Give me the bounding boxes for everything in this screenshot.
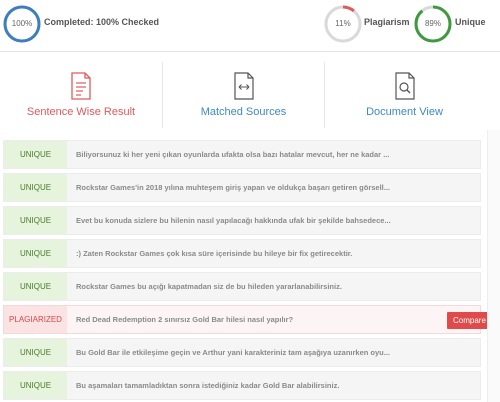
- sentence-row[interactable]: UNIQUE Bu aşamaları tamamladıktan sonra …: [3, 371, 481, 400]
- tab-document-label: Document View: [366, 106, 443, 118]
- plagiarism-progress-ring: 11%: [323, 4, 363, 44]
- sentence-row[interactable]: UNIQUE Rockstar Games bu açığı kapatmada…: [3, 272, 481, 301]
- sentence-row[interactable]: UNIQUE Bu Gold Bar ile etkileşime geçin …: [3, 338, 481, 367]
- document-search-icon: [393, 72, 417, 100]
- sentence-text: Red Dead Redemption 2 sınırsız Gold Bar …: [76, 315, 294, 324]
- sentence-row-plagiarized[interactable]: PLAGIARIZED Red Dead Redemption 2 sınırs…: [3, 305, 499, 334]
- sentence-text: Biliyorsunuz ki her yeni çıkan oyunlarda…: [76, 150, 390, 159]
- sentence-row[interactable]: UNIQUE Evet bu konuda sizlere bu hilenin…: [3, 206, 481, 235]
- tab-document-view[interactable]: Document View: [324, 62, 484, 128]
- sentence-row[interactable]: UNIQUE :) Zaten Rockstar Games çok kısa …: [3, 239, 481, 268]
- unique-badge: UNIQUE: [4, 372, 67, 399]
- tab-sentence-wise-result[interactable]: Sentence Wise Result: [0, 62, 162, 128]
- tab-matched-label: Matched Sources: [200, 106, 287, 118]
- unique-progress-ring: 89%: [413, 4, 453, 44]
- unique-badge: UNIQUE: [4, 273, 67, 300]
- compare-button[interactable]: Compare: [447, 312, 499, 329]
- unique-badge: UNIQUE: [4, 141, 67, 168]
- result-view-tabs: Sentence Wise Result Matched Sources Doc…: [0, 62, 500, 128]
- document-arrows-icon: [232, 72, 256, 100]
- completed-label: Completed: 100% Checked: [44, 17, 160, 27]
- sentence-text: Rockstar Games bu açığı kapatmadan siz d…: [76, 282, 342, 291]
- unique-label: Unique: [455, 17, 486, 27]
- unique-percent: 89%: [424, 19, 441, 28]
- sentence-row[interactable]: UNIQUE Biliyorsunuz ki her yeni çıkan oy…: [3, 140, 481, 169]
- tab-matched-sources[interactable]: Matched Sources: [162, 62, 324, 128]
- sentence-text: Bu Gold Bar ile etkileşime geçin ve Arth…: [76, 348, 391, 357]
- unique-badge: UNIQUE: [4, 174, 67, 201]
- plagiarism-label: Plagiarism: [364, 17, 410, 27]
- sentence-text: Bu aşamaları tamamladıktan sonra istediğ…: [76, 381, 340, 390]
- unique-badge: UNIQUE: [4, 339, 67, 366]
- scrollbar-track[interactable]: [487, 130, 500, 402]
- unique-badge: UNIQUE: [4, 207, 67, 234]
- sentence-text: :) Zaten Rockstar Games çok kısa süre iç…: [76, 249, 353, 258]
- summary-header: 100% Completed: 100% Checked 11% Plagiar…: [0, 0, 500, 52]
- tab-sentence-label: Sentence Wise Result: [26, 106, 136, 118]
- completed-progress-ring: 100%: [2, 4, 42, 44]
- unique-badge: UNIQUE: [4, 240, 67, 267]
- sentence-text: Evet bu konuda sizlere bu hilenin nasıl …: [76, 216, 391, 225]
- plagiarism-percent: 11%: [335, 19, 351, 28]
- completed-percent: 100%: [11, 19, 33, 28]
- document-list-icon: [69, 72, 93, 100]
- sentence-row[interactable]: UNIQUE Rockstar Games'in 2018 yılına muh…: [3, 173, 481, 202]
- sentence-text: Rockstar Games'in 2018 yılına muhteşem g…: [76, 183, 390, 192]
- plagiarized-badge: PLAGIARIZED: [4, 306, 67, 333]
